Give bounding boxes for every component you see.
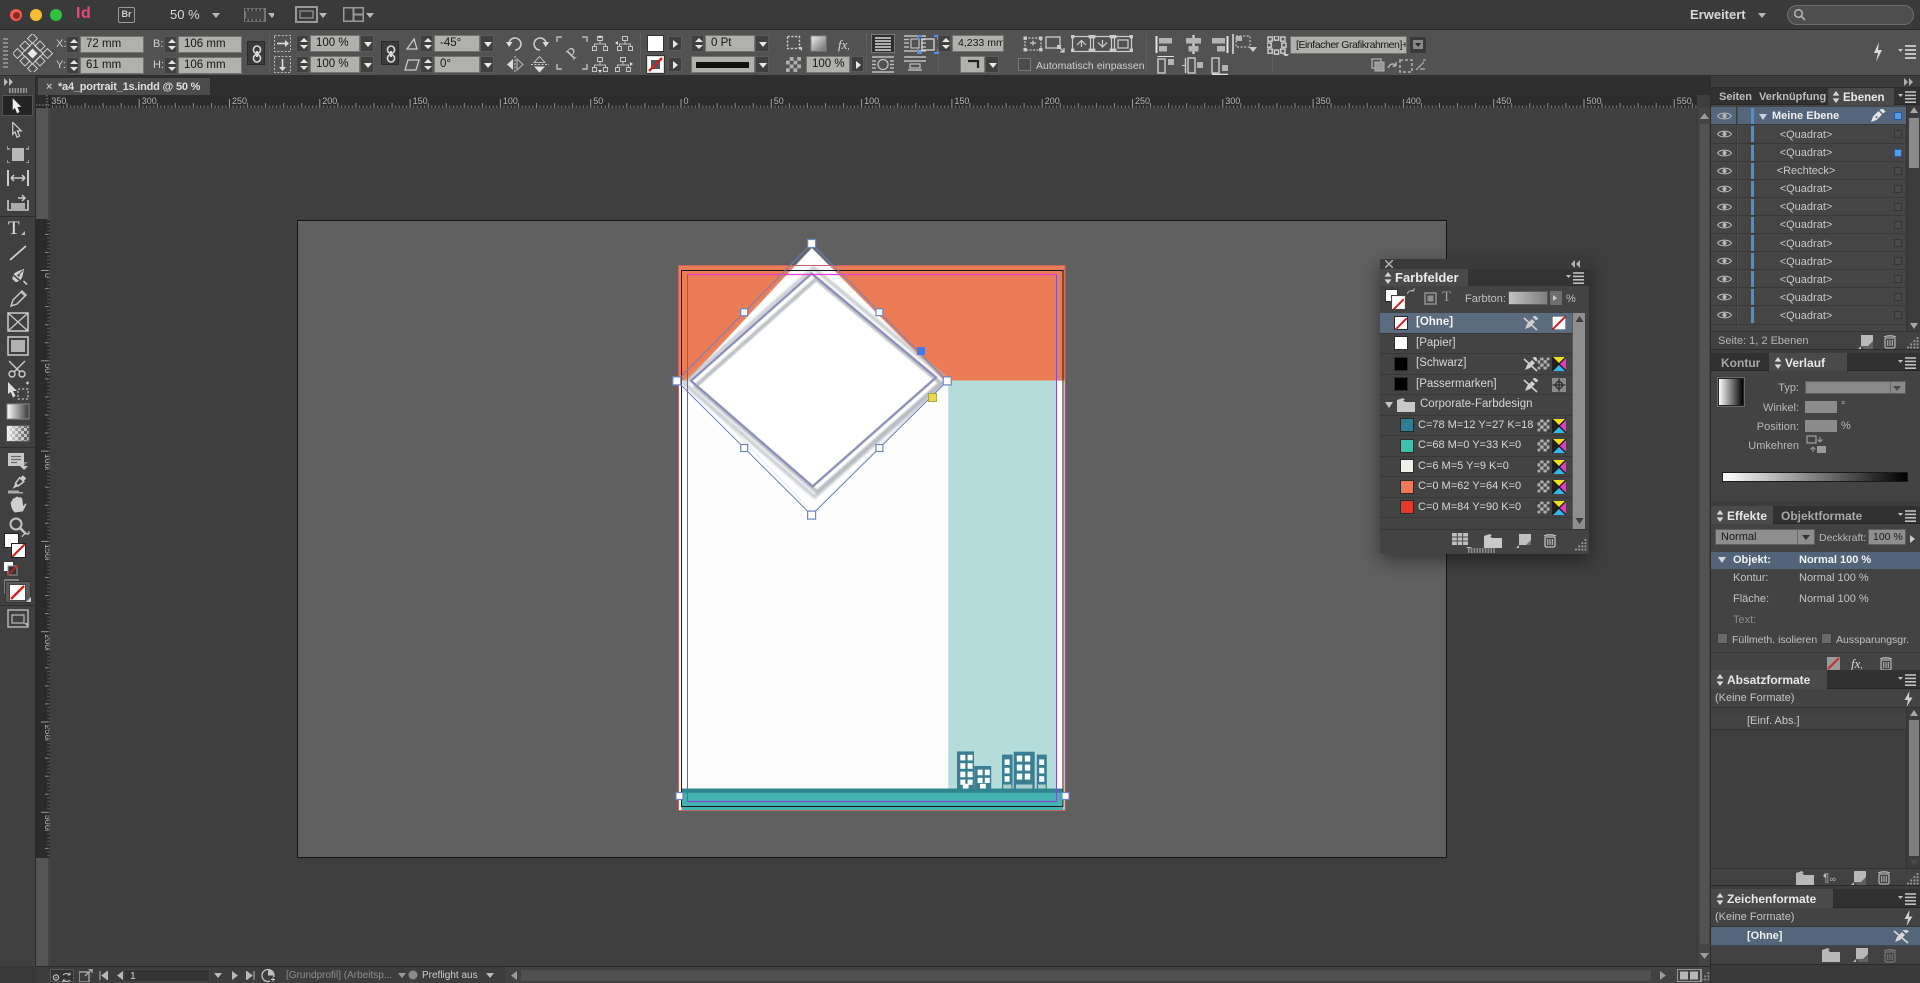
svg-text:200: 200: [1045, 96, 1060, 106]
svg-text:250: 250: [1135, 96, 1150, 106]
svg-text:200: 200: [322, 96, 337, 106]
svg-text:250: 250: [232, 96, 247, 106]
svg-text:400: 400: [1406, 96, 1421, 106]
svg-text:450: 450: [1496, 96, 1511, 106]
svg-text:100: 100: [503, 96, 518, 106]
svg-text:150: 150: [954, 96, 969, 106]
svg-text:P: P: [562, 43, 582, 63]
svg-text:100: 100: [864, 96, 879, 106]
svg-text:50: 50: [774, 96, 784, 106]
svg-text:350: 350: [51, 96, 66, 106]
svg-text:0: 0: [684, 96, 689, 106]
svg-text:300: 300: [1225, 96, 1240, 106]
svg-text:550: 550: [1677, 96, 1692, 106]
svg-text:500: 500: [1587, 96, 1602, 106]
svg-text:350: 350: [1316, 96, 1331, 106]
svg-text:300: 300: [142, 96, 157, 106]
svg-text:50: 50: [593, 96, 603, 106]
svg-text:150: 150: [413, 96, 428, 106]
